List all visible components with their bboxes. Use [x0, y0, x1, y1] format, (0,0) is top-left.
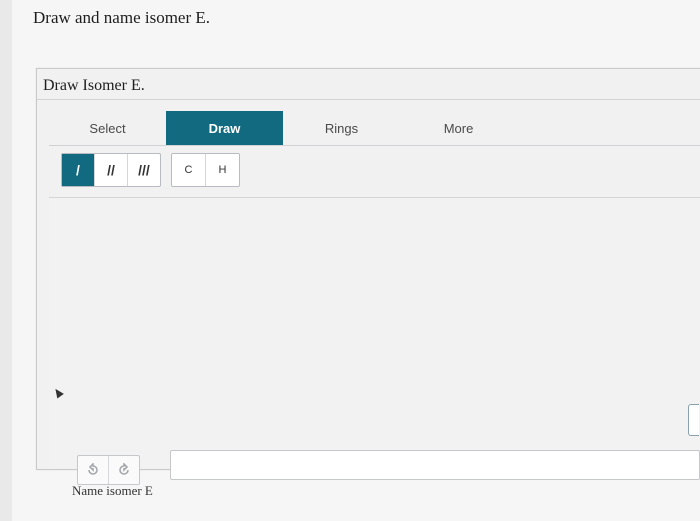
- history-buttons: [77, 455, 140, 485]
- tool-tabs: Select Draw Rings More: [49, 111, 700, 145]
- atom-tool-group: C H: [171, 153, 240, 187]
- carbon-atom-button[interactable]: C: [172, 154, 206, 186]
- tab-rings[interactable]: Rings: [283, 111, 400, 145]
- redo-icon: [119, 463, 129, 475]
- single-bond-button[interactable]: /: [62, 154, 95, 186]
- tab-more[interactable]: More: [400, 111, 517, 145]
- sketcher-card: Draw Isomer E. Select Draw Rings More / …: [36, 68, 700, 485]
- name-isomer-input[interactable]: [170, 450, 700, 480]
- redo-button[interactable]: [109, 456, 139, 484]
- tab-draw[interactable]: Draw: [166, 111, 283, 145]
- double-bond-icon: //: [107, 162, 115, 178]
- hydrogen-atom-button[interactable]: H: [206, 154, 239, 186]
- drawing-canvas[interactable]: [49, 198, 700, 469]
- question-title: Draw and name isomer E.: [33, 8, 211, 27]
- tab-select[interactable]: Select: [49, 111, 166, 145]
- undo-button[interactable]: [78, 456, 109, 484]
- tool-row: / // /// C H: [61, 153, 240, 187]
- bond-tool-group: / // ///: [61, 153, 161, 187]
- side-panel-handle[interactable]: [688, 404, 699, 436]
- undo-icon: [88, 463, 98, 475]
- double-bond-button[interactable]: //: [95, 154, 128, 186]
- divider: [37, 99, 700, 100]
- name-isomer-label: Name isomer E: [72, 483, 153, 498]
- sketcher-title: Draw Isomer E.: [43, 77, 145, 94]
- single-bond-icon: /: [76, 162, 80, 178]
- triple-bond-icon: ///: [138, 162, 150, 178]
- triple-bond-button[interactable]: ///: [128, 154, 160, 186]
- divider: [49, 145, 700, 146]
